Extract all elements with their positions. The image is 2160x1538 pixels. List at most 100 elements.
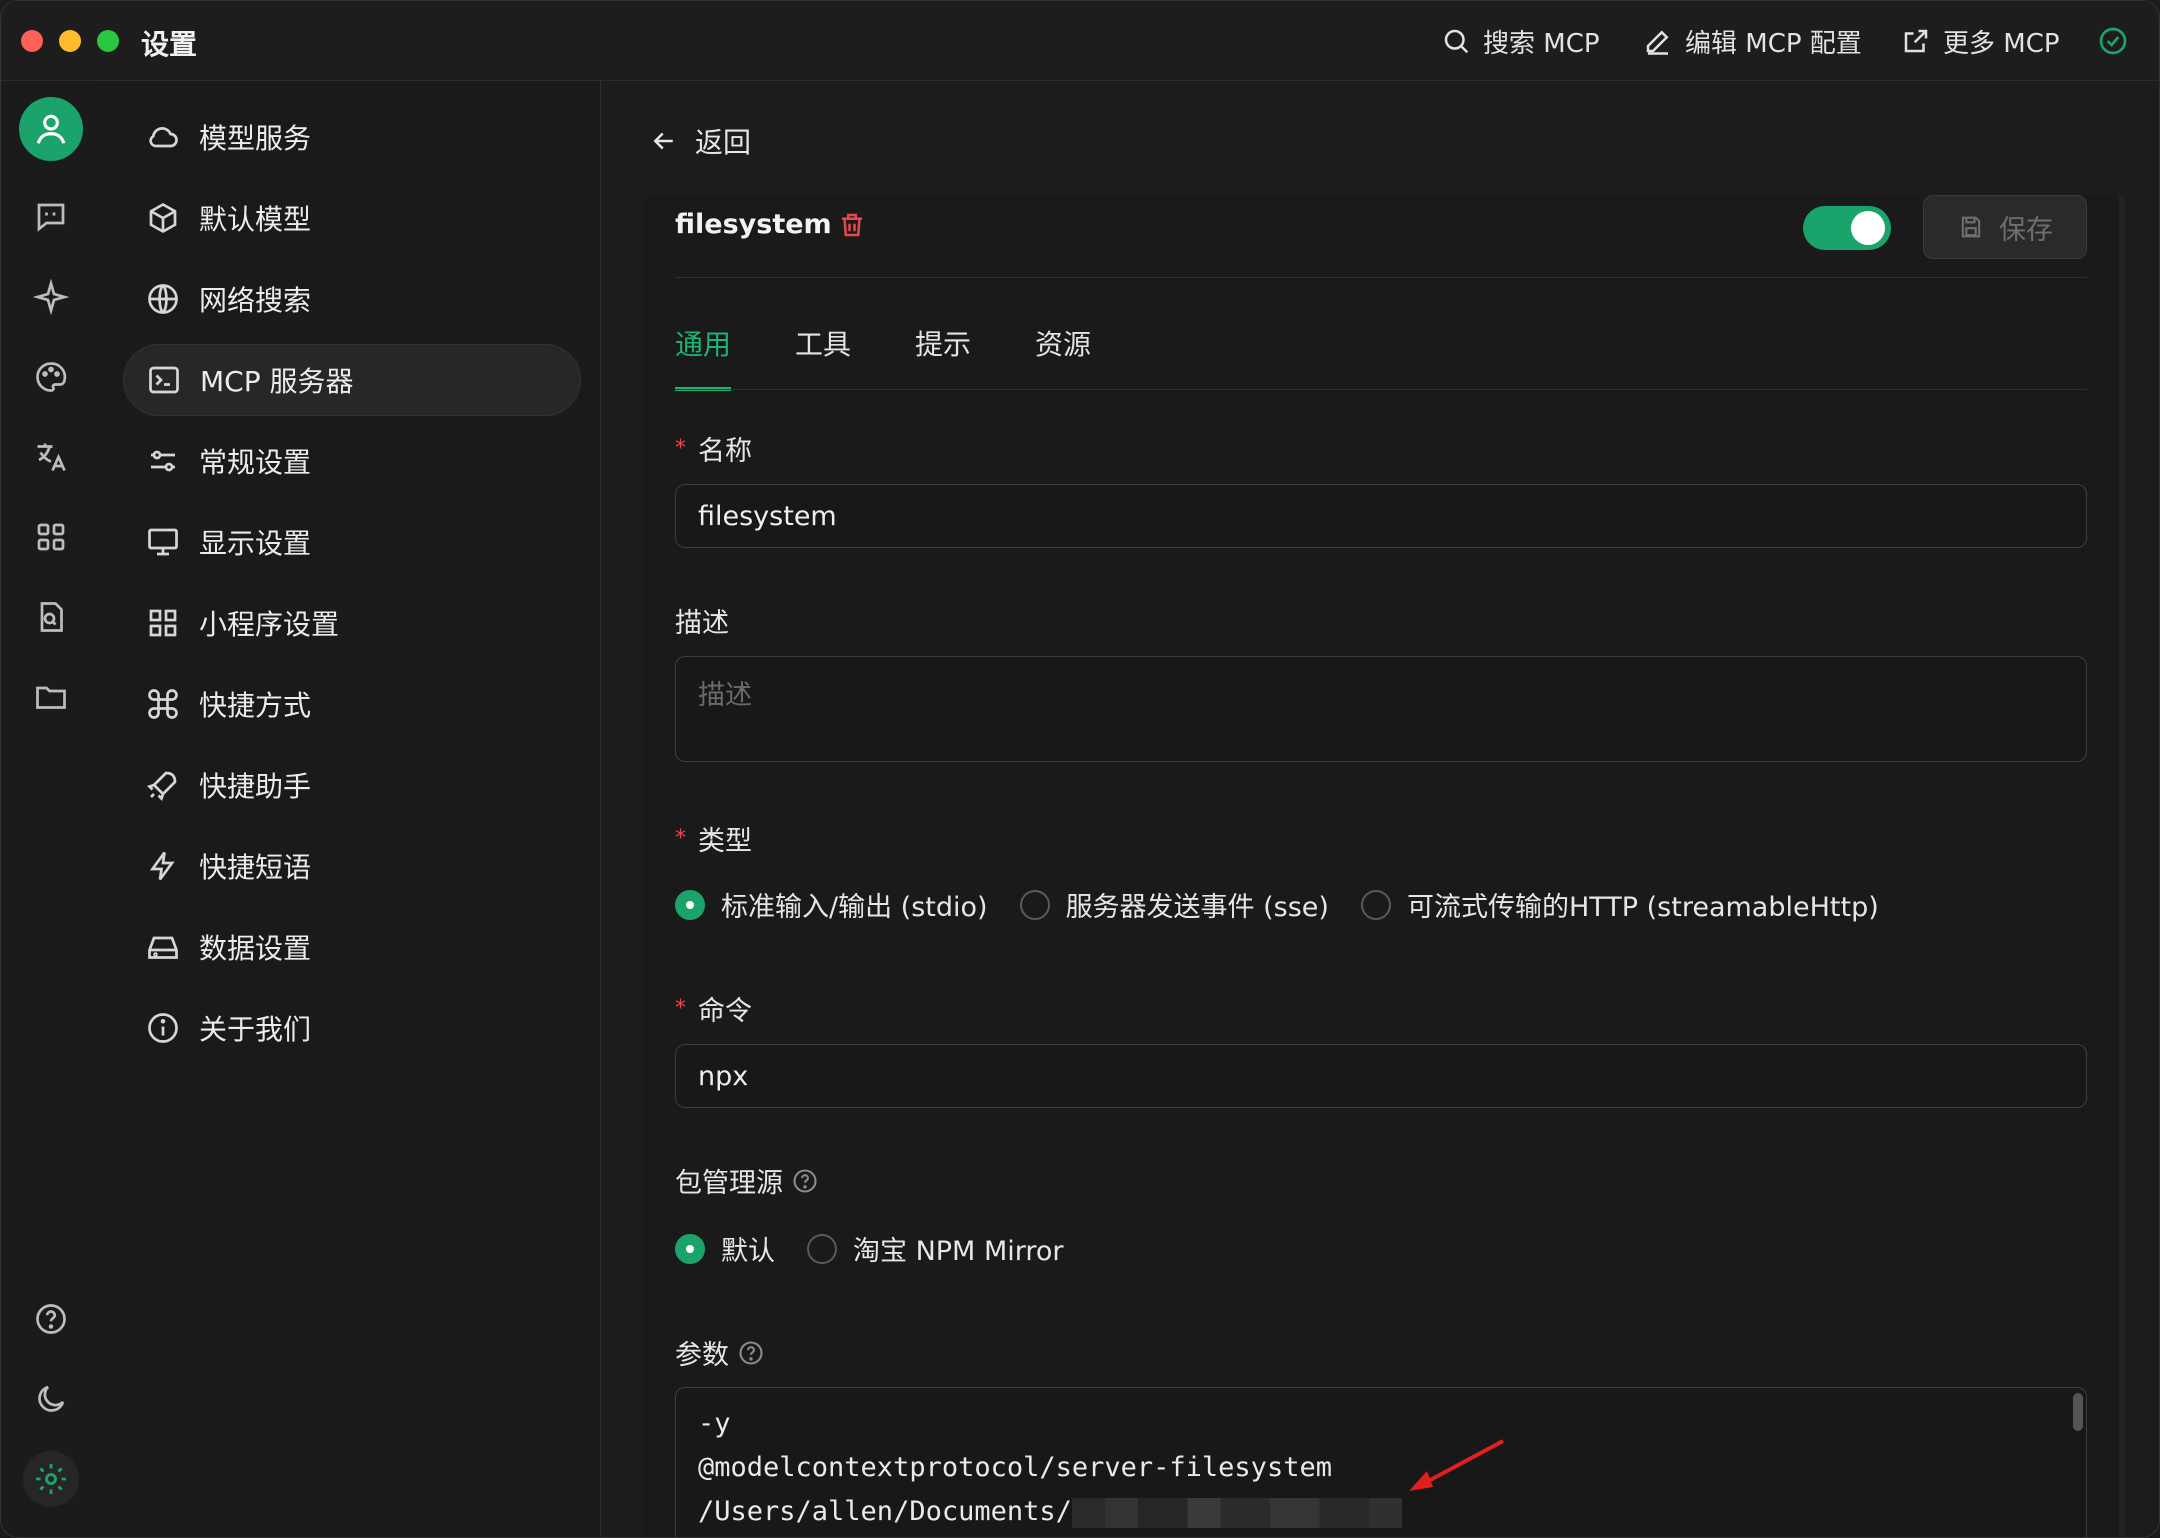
- cube-icon: [149, 202, 177, 234]
- menu-item-data-settings[interactable]: 数据设置: [123, 911, 581, 983]
- question-circle-icon[interactable]: [737, 1339, 765, 1367]
- menu-item-model-service[interactable]: 模型服务: [123, 101, 581, 173]
- args-line: -y: [698, 1408, 731, 1439]
- menu-item-label: 模型服务: [199, 122, 312, 155]
- menu-item-label: 默认模型: [199, 203, 312, 236]
- moon-icon: [38, 1385, 65, 1412]
- sliders-icon: [151, 450, 175, 472]
- window-title: 设置: [141, 28, 198, 61]
- title-bar: 设置 搜索 MCP 编辑 MCP 配置 更多 MCP: [1, 1, 2159, 81]
- menu-item-quick-assistant[interactable]: 快捷助手: [123, 749, 581, 821]
- cloud-icon: [149, 127, 178, 148]
- radio-unselected: [807, 1233, 837, 1264]
- menu-item-label: 常规设置: [199, 446, 312, 479]
- help-icon: [36, 1304, 66, 1334]
- command-field[interactable]: npx: [675, 1044, 2087, 1108]
- settings-gear-icon: [36, 1464, 66, 1494]
- folder-icon: [36, 686, 66, 709]
- command-label-text: 命令: [698, 996, 752, 1027]
- radio-selected: [675, 1233, 705, 1264]
- help-button[interactable]: [23, 1291, 79, 1347]
- description-textarea[interactable]: 描述: [675, 656, 2087, 762]
- args-field-label: 参数: [675, 1333, 765, 1372]
- theme-toggle-button[interactable]: [23, 1371, 79, 1427]
- agents-button[interactable]: [23, 269, 79, 325]
- server-detail-panel: [643, 195, 2119, 1537]
- type-option-sse[interactable]: 服务器发送事件 (sse): [1019, 885, 1329, 924]
- registry-option-default[interactable]: 默认: [675, 1229, 775, 1268]
- more-mcp-button[interactable]: 更多 MCP: [1901, 21, 2060, 61]
- edit-mcp-config-button[interactable]: 编辑 MCP 配置: [1643, 21, 1862, 61]
- back-button[interactable]: 返回: [649, 121, 751, 161]
- settings-button[interactable]: [23, 1451, 79, 1507]
- info-icon: [148, 1013, 178, 1043]
- settings-menu: 模型服务 默认模型 网络搜索 MCP 服务器 常规设置 显示设置 小程序设置 快…: [101, 81, 601, 1537]
- menu-item-about[interactable]: 关于我们: [123, 992, 581, 1064]
- globe-icon: [148, 284, 178, 314]
- translate-icon: [37, 443, 66, 472]
- menu-item-default-model[interactable]: 默认模型: [123, 182, 581, 254]
- user-avatar[interactable]: [19, 97, 83, 161]
- chat-button[interactable]: [23, 189, 79, 245]
- type-option-streamable-http[interactable]: 可流式传输的HTTP (streamableHttp): [1360, 885, 1879, 924]
- search-icon: [1444, 29, 1469, 54]
- args-scrollbar[interactable]: [2073, 1393, 2083, 1431]
- tab-resources[interactable]: 资源: [1035, 323, 1091, 391]
- registry-option-taobao[interactable]: 淘宝 NPM Mirror: [807, 1229, 1064, 1268]
- grid-icon: [149, 609, 177, 637]
- chat-icon: [37, 203, 65, 232]
- registry-label-text: 包管理源: [675, 1168, 783, 1199]
- tab-tools[interactable]: 工具: [795, 323, 851, 391]
- maximize-window-button[interactable]: [97, 30, 119, 52]
- menu-item-label: 小程序设置: [199, 608, 340, 641]
- menu-item-mcp-servers[interactable]: MCP 服务器: [123, 344, 581, 416]
- close-window-button[interactable]: [21, 30, 43, 52]
- server-enabled-toggle[interactable]: [1803, 206, 1891, 250]
- menu-item-label: 数据设置: [199, 932, 312, 965]
- menu-item-label: 关于我们: [199, 1013, 312, 1046]
- tab-prompts[interactable]: 提示: [915, 323, 971, 391]
- translate-button[interactable]: [23, 429, 79, 485]
- files-button[interactable]: [23, 669, 79, 725]
- page-scrollbar[interactable]: [2119, 195, 2125, 1537]
- type-option-stdio[interactable]: 标准输入/输出 (stdio): [675, 885, 988, 924]
- save-button[interactable]: 保存: [1923, 195, 2087, 259]
- name-field[interactable]: filesystem: [675, 484, 2087, 548]
- search-mcp-button[interactable]: 搜索 MCP: [1441, 21, 1600, 61]
- paintings-button[interactable]: [23, 349, 79, 405]
- toggle-knob: [1851, 211, 1885, 245]
- apps-button[interactable]: [23, 509, 79, 565]
- arrow-left-icon: [653, 132, 673, 150]
- menu-item-label: 快捷方式: [199, 689, 312, 722]
- minimize-window-button[interactable]: [59, 30, 81, 52]
- edit-mcp-config-label: 编辑 MCP 配置: [1685, 28, 1862, 59]
- knowledge-button[interactable]: [23, 589, 79, 645]
- args-textarea[interactable]: -y @modelcontextprotocol/server-filesyst…: [675, 1387, 2087, 1537]
- menu-item-miniapp-settings[interactable]: 小程序设置: [123, 587, 581, 659]
- search-mcp-label: 搜索 MCP: [1483, 28, 1600, 59]
- menu-item-label: 网络搜索: [199, 284, 312, 317]
- menu-item-quick-phrases[interactable]: 快捷短语: [123, 830, 581, 902]
- description-placeholder: 描述: [698, 680, 752, 711]
- menu-item-web-search[interactable]: 网络搜索: [123, 263, 581, 335]
- tab-general[interactable]: 通用: [675, 323, 732, 391]
- user-icon: [36, 114, 66, 144]
- menu-item-label: 快捷短语: [199, 851, 312, 884]
- rocket-icon: [147, 771, 177, 801]
- menu-item-display-settings[interactable]: 显示设置: [123, 506, 581, 578]
- menu-item-general-settings[interactable]: 常规设置: [123, 425, 581, 497]
- args-line-path: /Users/allen/Documents/: [698, 1490, 2064, 1534]
- required-marker: *: [675, 436, 686, 461]
- radio-unselected: [1019, 889, 1050, 920]
- registry-radio-group: 默认 淘宝 NPM Mirror: [675, 1229, 1064, 1268]
- trash-icon[interactable]: [837, 209, 867, 241]
- save-icon: [1961, 216, 1981, 238]
- bolt-icon: [149, 851, 175, 881]
- external-link-icon: [1904, 29, 1928, 53]
- question-circle-icon[interactable]: [791, 1167, 819, 1195]
- type-option-label: 标准输入/输出 (stdio): [721, 892, 988, 923]
- hard-drive-icon: [148, 936, 178, 959]
- menu-item-shortcuts[interactable]: 快捷方式: [123, 668, 581, 740]
- args-line: @modelcontextprotocol/server-filesystem: [698, 1452, 1332, 1483]
- args-label-text: 参数: [675, 1340, 729, 1371]
